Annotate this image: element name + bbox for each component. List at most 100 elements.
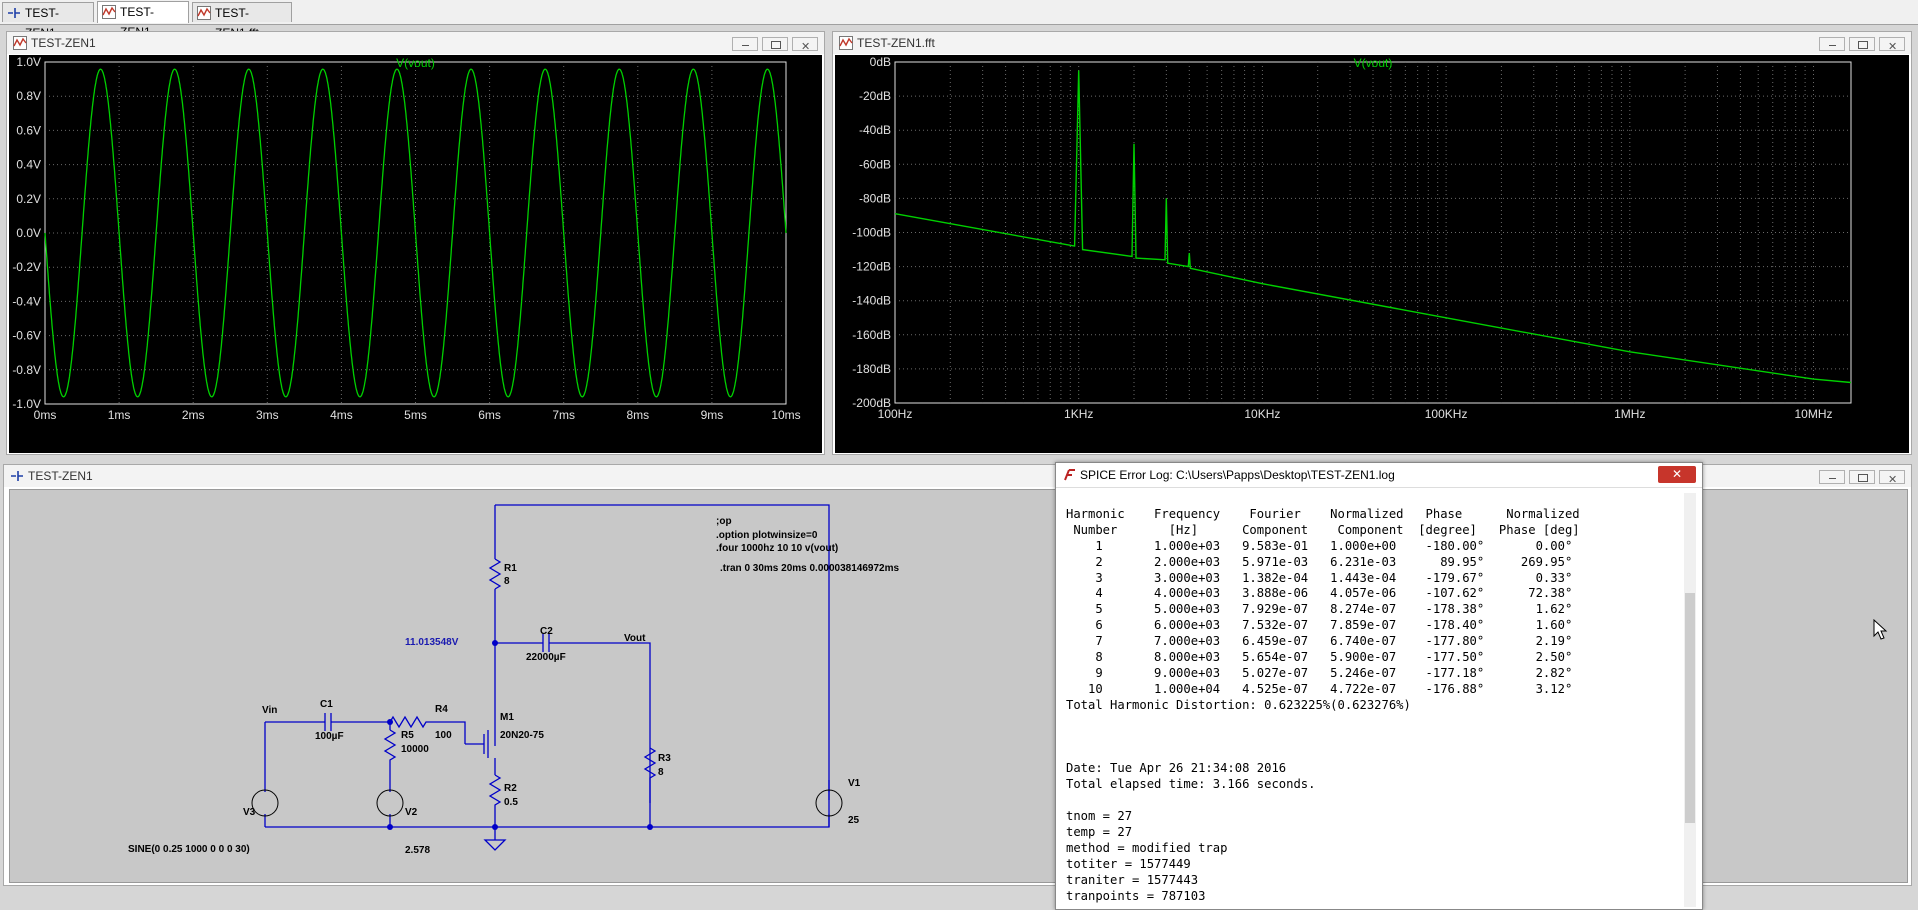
minimize-button[interactable] xyxy=(1819,37,1845,51)
time-chart: 1.0V 0.8V 0.6V 0.4V 0.2V 0.0V -0.2V -0.4V -0.6V -… xyxy=(12,55,800,422)
x-tick-label: 100KHz xyxy=(1425,407,1468,421)
x-tick-label: 10ms xyxy=(771,408,800,422)
x-tick-label: 8ms xyxy=(626,408,649,422)
x-tick-label: 1ms xyxy=(108,408,131,422)
y-tick-label: 0.8V xyxy=(16,89,41,103)
trace-name: V(vout) xyxy=(1354,56,1393,70)
close-button[interactable]: ✕ xyxy=(792,37,818,53)
c1-label: C1 xyxy=(320,699,333,710)
totiter-line: totiter = 1577449 xyxy=(1066,856,1191,871)
restore-icon xyxy=(1858,41,1868,49)
y-tick-label: 0dB xyxy=(870,55,891,69)
y-tick-label: -0.6V xyxy=(12,329,41,343)
waveform-icon xyxy=(839,36,853,50)
restore-button[interactable] xyxy=(1849,470,1875,484)
v1-value: 25 xyxy=(848,815,860,826)
fourier-row: 1 1.000e+03 9.583e-01 1.000e+00 -180.00°… xyxy=(1066,538,1573,553)
x-tick-label: 7ms xyxy=(552,408,575,422)
v2-label: V2 xyxy=(405,807,418,818)
x-tick-label: 10KHz xyxy=(1244,407,1280,421)
v1-label: V1 xyxy=(848,778,861,789)
y-tick-label: 0.2V xyxy=(16,192,41,206)
x-tick-label: 10MHz xyxy=(1794,407,1832,421)
close-icon: ✕ xyxy=(1888,474,1898,486)
minimize-button[interactable] xyxy=(732,37,758,51)
fft-chart: 0dB -20dB -40dB -60dB -80dB -100dB -120dB -140d… xyxy=(852,55,1852,421)
restore-button[interactable] xyxy=(762,37,788,51)
directive-four: .four 1000hz 10 10 v(vout) xyxy=(716,543,839,554)
y-tick-label: -40dB xyxy=(859,123,891,137)
date-line: Date: Tue Apr 26 21:34:08 2016 xyxy=(1066,761,1287,776)
log-scrollbar[interactable] xyxy=(1684,493,1696,907)
waveform-icon xyxy=(197,6,211,20)
vin-label: Vin xyxy=(262,705,278,716)
document-tab-bar: TEST-ZEN1 TEST-ZEN1 TEST-ZEN1.fft xyxy=(0,0,1918,40)
r2-value: 0.5 xyxy=(504,797,518,808)
close-icon: ✕ xyxy=(1671,467,1683,481)
v2-value: 2.578 xyxy=(405,845,431,856)
x-tick-label: 5ms xyxy=(404,408,427,422)
schematic-icon xyxy=(11,471,23,481)
y-tick-label: -0.4V xyxy=(12,294,41,308)
r1-label: R1 xyxy=(504,563,517,574)
restore-icon xyxy=(771,41,781,49)
r5-value: 10000 xyxy=(401,744,429,755)
fourier-row: 3 3.000e+03 1.382e-04 1.443e-04 -179.67°… xyxy=(1066,570,1573,585)
c1-value: 100µF xyxy=(315,731,344,742)
log-title: SPICE Error Log: C:\Users\Papps\Desktop\… xyxy=(1080,468,1395,482)
x-tick-label: 2ms xyxy=(182,408,205,422)
directive-option: .option plotwinsize=0 xyxy=(716,530,818,541)
directive-tran: .tran 0 30ms 20ms 0.000038146972ms xyxy=(720,563,900,574)
window-title-bar[interactable]: TEST-ZEN1.fft ✕ xyxy=(833,32,1911,54)
tnom-line: tnom = 27 xyxy=(1066,809,1133,824)
y-tick-label: 1.0V xyxy=(16,55,41,69)
x-tick-label: 1KHz xyxy=(1064,407,1093,421)
r5-label: R5 xyxy=(401,730,414,741)
fourier-row: 4 4.000e+03 3.888e-06 4.057e-06 -107.62°… xyxy=(1066,586,1573,601)
c2-value: 22000µF xyxy=(526,652,566,663)
v3-source-spec: SINE(0 0.25 1000 0 0 0 30) xyxy=(128,844,250,855)
traniter-line: traniter = 1577443 xyxy=(1066,872,1199,887)
ltspice-icon xyxy=(1064,469,1075,481)
window-title: TEST-ZEN1 xyxy=(28,469,93,483)
r3-label: R3 xyxy=(658,753,671,764)
minimize-button[interactable] xyxy=(1819,470,1845,484)
spice-error-log-window[interactable]: SPICE Error Log: C:\Users\Papps\Desktop\… xyxy=(1055,462,1703,910)
mouse-cursor-icon xyxy=(1873,619,1888,640)
window-title-bar[interactable]: TEST-ZEN1 ✕ xyxy=(7,32,824,54)
y-tick-label: -100dB xyxy=(852,226,891,240)
fourier-row: 8 8.000e+03 5.654e-07 5.900e-07 -177.50°… xyxy=(1066,650,1573,665)
fourier-row: 6 6.000e+03 7.532e-07 7.859e-07 -178.40°… xyxy=(1066,618,1573,633)
scrollbar-thumb[interactable] xyxy=(1685,593,1695,823)
y-tick-label: 0.6V xyxy=(16,123,41,137)
r4-label: R4 xyxy=(435,704,448,715)
fft-plot-area[interactable]: 0dB -20dB -40dB -60dB -80dB -100dB -120dB -140d… xyxy=(835,55,1909,453)
trace-name: V(vout) xyxy=(396,56,435,70)
minimize-icon xyxy=(1829,45,1836,46)
close-button[interactable]: ✕ xyxy=(1879,37,1905,53)
y-tick-label: -160dB xyxy=(852,328,891,342)
window-title: TEST-ZEN1 xyxy=(31,36,96,50)
fourier-row: 7 7.000e+03 6.459e-07 6.740e-07 -177.80°… xyxy=(1066,634,1573,649)
fourier-row: 9 9.000e+03 5.027e-07 5.246e-07 -177.18°… xyxy=(1066,665,1573,680)
x-tick-label: 0ms xyxy=(34,408,57,422)
c2-label: C2 xyxy=(540,626,553,637)
tranpoints-line: tranpoints = 787103 xyxy=(1066,888,1206,903)
y-tick-label: 0.0V xyxy=(16,226,41,240)
log-close-button[interactable]: ✕ xyxy=(1658,466,1696,483)
waveform-icon xyxy=(13,36,27,50)
fft-plot-window[interactable]: TEST-ZEN1.fft ✕ 0dB -20dB -40dB -60dB -80dB -… xyxy=(832,31,1912,455)
x-tick-label: 6ms xyxy=(478,408,501,422)
time-plot-window[interactable]: TEST-ZEN1 ✕ 1.0V 0.8V 0.6V 0.4V 0.2V 0.0V -0.2… xyxy=(6,31,825,455)
method-line: method = modified trap xyxy=(1066,840,1228,855)
tab-waveform[interactable]: TEST-ZEN1 xyxy=(97,1,189,39)
restore-button[interactable] xyxy=(1849,37,1875,51)
x-tick-label: 9ms xyxy=(701,408,724,422)
tab-schematic[interactable]: TEST-ZEN1 xyxy=(2,2,94,40)
tab-fft[interactable]: TEST-ZEN1.fft xyxy=(192,2,292,40)
close-button[interactable]: ✕ xyxy=(1879,470,1905,486)
y-tick-label: 0.4V xyxy=(16,158,41,172)
time-plot-area[interactable]: 1.0V 0.8V 0.6V 0.4V 0.2V 0.0V -0.2V -0.4V -0.6V -… xyxy=(9,55,822,453)
v3-label: V3 xyxy=(243,807,256,818)
log-title-bar[interactable]: SPICE Error Log: C:\Users\Papps\Desktop\… xyxy=(1056,463,1702,488)
